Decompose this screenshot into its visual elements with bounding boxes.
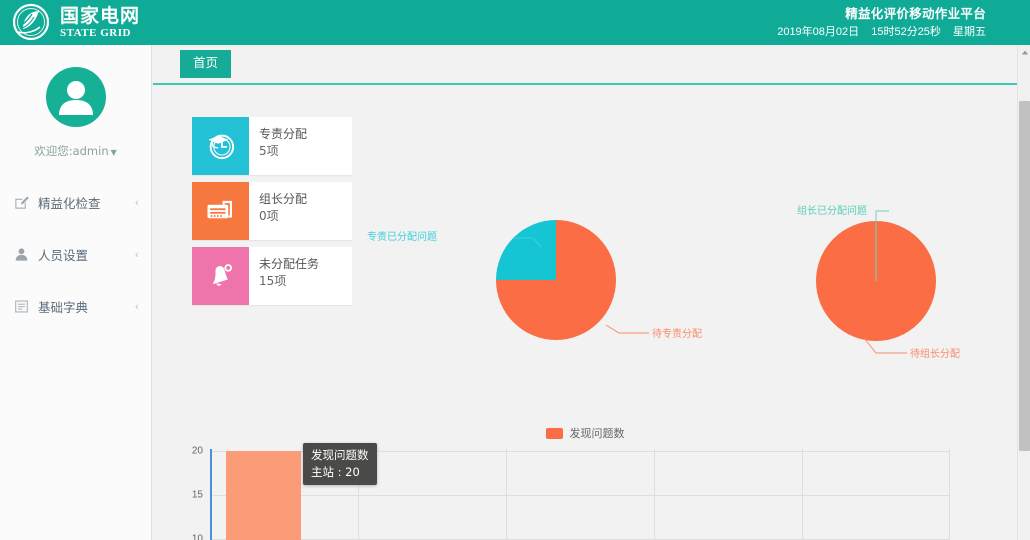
book-icon bbox=[14, 299, 29, 314]
sidebar: 欢迎您:admin ▼ 精益化检查 ‹ 人员设置 ‹ 基础字典 ‹ bbox=[0, 45, 152, 540]
main-content: 首页 专责分配 5项 组长分配 0项 未分配任务 15项 专责已分配问题 待专责… bbox=[153, 45, 1017, 540]
sidebar-item-dictionary[interactable]: 基础字典 ‹ bbox=[0, 289, 151, 323]
brand-name-en: STATE GRID bbox=[60, 27, 131, 39]
pie-label-specialist-assigned: 专责已分配问题 bbox=[367, 232, 437, 243]
platform-title: 精益化评价移动作业平台 bbox=[845, 7, 986, 21]
header-time: 15时52分25秒 bbox=[871, 26, 941, 39]
bar-chart-plot: 20 15 10 发现问题数 主站: 20 bbox=[153, 443, 1017, 540]
y-tick: 10 bbox=[191, 533, 203, 540]
y-axis-labels: 20 15 10 bbox=[175, 445, 203, 540]
app-header: 国家电网 STATE GRID 精益化评价移动作业平台 2019年08月02日 … bbox=[0, 0, 1030, 45]
chart-tooltip: 发现问题数 主站 : 20 bbox=[303, 443, 377, 486]
bar-chart-zone: 发现问题数 20 15 10 发现问题数 主站: 20 bbox=[153, 381, 1017, 540]
person-icon bbox=[14, 247, 29, 262]
chevron-down-icon: ▼ bbox=[110, 148, 117, 157]
pie-label-leader-pending: 待组长分配 bbox=[910, 349, 960, 360]
avatar[interactable] bbox=[45, 67, 106, 127]
grid-line-vertical bbox=[802, 449, 803, 540]
bar-chart-legend[interactable]: 发现问题数 bbox=[153, 425, 1017, 441]
header-datetime: 2019年08月02日 15时52分25秒 星期五 bbox=[768, 24, 986, 41]
sidebar-item-label: 基础字典 bbox=[38, 299, 89, 315]
legend-swatch-icon bbox=[545, 427, 563, 439]
sidebar-item-personnel[interactable]: 人员设置 ‹ bbox=[0, 237, 151, 271]
grid-line-vertical bbox=[506, 449, 507, 540]
welcome-label: 欢迎您:admin bbox=[34, 144, 109, 158]
y-tick: 15 bbox=[191, 489, 203, 501]
scrollbar-thumb[interactable] bbox=[1019, 101, 1030, 451]
header-weekday: 星期五 bbox=[953, 26, 986, 39]
grid-line-horizontal bbox=[210, 495, 949, 496]
pie-label-specialist-pending: 待专责分配 bbox=[652, 329, 702, 340]
sidebar-menu: 精益化检查 ‹ 人员设置 ‹ 基础字典 ‹ bbox=[0, 185, 151, 323]
bar-column-main-station[interactable] bbox=[226, 451, 301, 540]
edit-square-icon bbox=[14, 195, 29, 210]
tooltip-row: 主站 : 20 bbox=[311, 464, 360, 479]
header-date: 2019年08月02日 bbox=[777, 26, 860, 39]
sidebar-item-inspection[interactable]: 精益化检查 ‹ bbox=[0, 185, 151, 219]
welcome-dropdown[interactable]: 欢迎您:admin ▼ bbox=[0, 143, 151, 159]
pie-chart-specialist[interactable]: 专责已分配问题 待专责分配 bbox=[367, 195, 702, 375]
sidebar-item-label: 人员设置 bbox=[38, 247, 89, 263]
y-axis-line bbox=[210, 449, 212, 540]
state-grid-emblem-icon bbox=[10, 1, 52, 43]
dashboard-panel: 专责分配 5项 组长分配 0项 未分配任务 15项 专责已分配问题 待专责分配 … bbox=[153, 85, 1017, 540]
legend-label: 发现问题数 bbox=[569, 427, 625, 440]
grid-line-vertical bbox=[654, 449, 655, 540]
chevron-left-icon: ‹ bbox=[134, 247, 139, 261]
scroll-up-button[interactable] bbox=[1018, 45, 1030, 59]
brand-name-cn: 国家电网 bbox=[60, 5, 141, 27]
chevron-left-icon: ‹ bbox=[134, 299, 139, 313]
user-profile-block: 欢迎您:admin ▼ bbox=[0, 45, 151, 159]
header-info: 精益化评价移动作业平台 2019年08月02日 15时52分25秒 星期五 bbox=[768, 5, 986, 41]
grid-line-vertical bbox=[949, 449, 950, 540]
chevron-left-icon: ‹ bbox=[134, 195, 139, 209]
pie-label-leader-assigned: 组长已分配问题 bbox=[797, 206, 867, 217]
pie-chart-leader[interactable]: 组长已分配问题 待组长分配 bbox=[761, 195, 991, 385]
sidebar-item-label: 精益化检查 bbox=[38, 195, 101, 211]
user-avatar-icon bbox=[58, 81, 93, 115]
chevron-up-icon bbox=[1021, 50, 1028, 54]
tab-bar: 首页 bbox=[153, 45, 1017, 85]
pie-charts-zone: 专责已分配问题 待专责分配 组长已分配问题 待组长分配 bbox=[153, 85, 1017, 385]
tooltip-series: 发现问题数 bbox=[311, 448, 369, 462]
y-tick: 20 bbox=[191, 445, 203, 457]
page-scrollbar[interactable] bbox=[1017, 45, 1030, 540]
brand-text: 国家电网 STATE GRID bbox=[60, 5, 140, 39]
brand-logo[interactable]: 国家电网 STATE GRID bbox=[10, 1, 140, 43]
tab-home[interactable]: 首页 bbox=[180, 50, 232, 78]
